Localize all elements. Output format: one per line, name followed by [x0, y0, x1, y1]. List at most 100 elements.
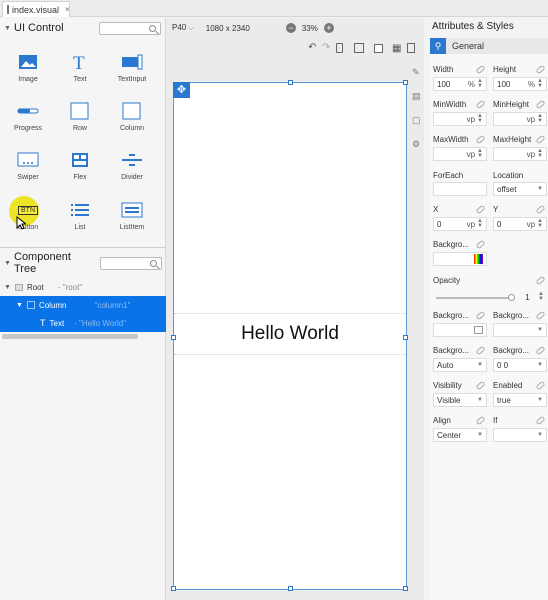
stepper-icon[interactable]: ▲ ▼ [477, 113, 483, 124]
max-height-input[interactable]: vp ▲ ▼ [493, 147, 547, 161]
zoom-in-button[interactable]: + [323, 23, 334, 33]
min-height-input[interactable]: vp ▲ ▼ [493, 112, 547, 126]
tree-row-column[interactable]: ▼ Column "column1" [0, 296, 166, 314]
align-select[interactable]: Center ▼ [433, 428, 487, 442]
color-picker-icon[interactable] [474, 254, 483, 264]
foreach-input[interactable] [433, 182, 487, 196]
comp-text[interactable]: T Text [55, 48, 105, 92]
min-width-input[interactable]: vp ▲ ▼ [433, 112, 487, 126]
max-width-input[interactable]: vp ▲ ▼ [433, 147, 487, 161]
link-icon[interactable] [475, 415, 486, 426]
link-icon[interactable] [475, 310, 486, 321]
comp-textinput[interactable]: TextInput [107, 48, 157, 92]
opacity-input[interactable]: 1 ▲ ▼ [514, 290, 547, 304]
stepper-icon[interactable]: ▲ ▼ [537, 78, 543, 89]
caret-down-icon[interactable]: ▼ [4, 284, 11, 291]
background-color-input[interactable] [433, 252, 487, 266]
comment-icon[interactable]: ▤ [412, 91, 421, 102]
undo-icon[interactable]: ↶ [308, 42, 316, 53]
link-icon[interactable] [535, 134, 546, 145]
tree-row-text[interactable]: T Text - "Hello World" [0, 314, 166, 332]
link-icon[interactable] [475, 64, 486, 75]
layout-icon[interactable] [354, 43, 364, 53]
link-icon[interactable] [535, 310, 546, 321]
link-icon[interactable] [535, 415, 546, 426]
comp-flex[interactable]: Flex [55, 146, 105, 190]
if-select[interactable]: ▼ [493, 428, 547, 442]
tree-row-root[interactable]: ▼ Root - "root" [0, 278, 166, 296]
redo-icon[interactable]: ↷ [322, 42, 330, 53]
resize-handle[interactable] [288, 80, 293, 85]
device-preview[interactable]: ✥ Hello World [171, 80, 408, 591]
zoom-out-button[interactable]: − [285, 23, 296, 33]
link-icon[interactable] [535, 99, 546, 110]
caret-down-icon[interactable]: ▼ [4, 260, 14, 267]
link-icon[interactable] [475, 380, 486, 391]
chevron-down-icon: ⌵ [188, 25, 194, 32]
location-select[interactable]: offset ▼ [493, 182, 547, 196]
link-icon[interactable] [535, 204, 546, 215]
move-icon[interactable]: ✥ [173, 82, 190, 98]
resize-handle[interactable] [288, 586, 293, 591]
opacity-slider[interactable] [436, 294, 515, 301]
link-icon[interactable] [535, 64, 546, 75]
link-icon[interactable] [475, 239, 486, 250]
visibility-select[interactable]: Visible ▼ [433, 393, 487, 407]
settings-icon[interactable]: ⚙ [412, 139, 420, 150]
link-icon[interactable] [535, 275, 546, 286]
background-size-select[interactable]: Auto ▼ [433, 358, 487, 372]
device-icon[interactable] [336, 43, 343, 53]
comp-image[interactable]: Image [3, 48, 53, 92]
resize-handle[interactable] [403, 586, 408, 591]
min-width-label: MinWidth [433, 100, 467, 109]
stepper-icon[interactable]: ▲ ▼ [538, 291, 544, 302]
comp-divider[interactable]: Divider [107, 146, 157, 190]
width-input[interactable]: 100 % ▲ ▼ [433, 77, 487, 91]
caret-down-icon[interactable]: ▼ [4, 25, 14, 32]
height-input[interactable]: 100 % ▲ ▼ [493, 77, 547, 91]
link-icon[interactable] [535, 345, 546, 356]
comp-listitem[interactable]: ListItem [107, 196, 157, 240]
text-component[interactable]: Hello World [174, 313, 406, 355]
enabled-select[interactable]: true ▼ [493, 393, 547, 407]
link-icon[interactable] [475, 345, 486, 356]
stepper-icon[interactable]: ▲ ▼ [537, 148, 543, 159]
stepper-icon[interactable]: ▲ ▼ [537, 113, 543, 124]
tree-horizontal-scrollbar[interactable] [2, 334, 138, 339]
comp-progress[interactable]: Progress [3, 97, 53, 141]
comp-row[interactable]: Row [55, 97, 105, 141]
link-icon[interactable] [475, 99, 486, 110]
stepper-icon[interactable]: ▲ ▼ [477, 218, 483, 229]
comp-button[interactable]: BTN Button [3, 196, 53, 240]
link-icon[interactable] [475, 204, 486, 215]
ui-control-search-input[interactable] [99, 22, 161, 35]
frame-icon[interactable] [374, 44, 383, 53]
comp-list[interactable]: List [55, 196, 105, 240]
background-repeat-select[interactable]: ▼ [493, 323, 547, 337]
device-select[interactable]: P40 ⌵ [172, 23, 194, 33]
close-icon[interactable]: × [65, 5, 70, 14]
background-image-input[interactable] [433, 323, 487, 337]
stepper-icon[interactable]: ▲ ▼ [537, 218, 543, 229]
comp-column[interactable]: Column [107, 97, 157, 141]
y-input[interactable]: 0 vp ▲ ▼ [493, 217, 547, 231]
grid-icon[interactable]: ▦ [392, 43, 401, 54]
resize-handle[interactable] [171, 586, 176, 591]
stepper-icon[interactable]: ▲ ▼ [477, 78, 483, 89]
general-header[interactable]: ⚲ General [430, 38, 548, 54]
caret-down-icon[interactable]: ▼ [16, 302, 23, 309]
background-position-select[interactable]: 0 0 ▼ [493, 358, 547, 372]
box-icon[interactable]: ▢ [412, 115, 421, 126]
tree-search-input[interactable] [100, 257, 162, 270]
link-icon[interactable] [475, 134, 486, 145]
resize-handle[interactable] [403, 80, 408, 85]
panel-toggle-icon[interactable] [407, 43, 415, 53]
comp-swiper[interactable]: Swiper [3, 146, 53, 190]
link-icon[interactable] [535, 380, 546, 391]
enabled-label: Enabled [493, 381, 523, 390]
stepper-icon[interactable]: ▲ ▼ [477, 148, 483, 159]
pin-icon[interactable]: ✎ [412, 67, 420, 78]
tab-index-visual[interactable]: index.visual × [2, 1, 70, 17]
x-input[interactable]: 0 vp ▲ ▼ [433, 217, 487, 231]
image-icon[interactable] [474, 326, 483, 334]
